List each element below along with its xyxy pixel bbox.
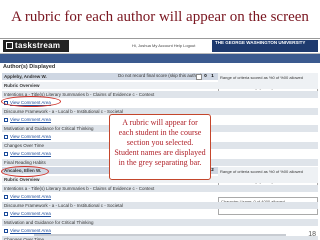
section-heading: Author(s) Displayed [3, 64, 56, 70]
nav-item[interactable]: Resources [193, 61, 223, 70]
comment-icon [4, 195, 8, 199]
page-number: 18 [308, 231, 316, 238]
view-comment-link[interactable]: View Comment Area [2, 227, 318, 234]
row-label: Final Reading Habits [4, 159, 46, 165]
university-banner: THE GEORGE WASHINGTON UNIVERSITY [212, 40, 318, 52]
row-label: View Comment Area [10, 151, 51, 156]
row-label: Discourse Framework - a - Local b - Inst… [4, 202, 124, 208]
view-comment-link[interactable]: View Comment Area [2, 193, 318, 200]
row-label: Motivation and Guidance for Critical Thi… [4, 125, 94, 131]
view-comment-link[interactable]: View Comment Area [2, 210, 318, 217]
nav-item[interactable]: Lessons, Units & Rubrics [51, 61, 109, 70]
main-nav: Folio & Web Pages Lessons, Units & Rubri… [0, 54, 320, 68]
comment-icon [4, 152, 8, 156]
criterion-row: Changes Over Time [2, 235, 318, 240]
comment-icon [4, 229, 8, 233]
row-label: Motivation and Guidance for Critical Thi… [4, 219, 94, 225]
nav-item[interactable]: Standards [114, 61, 143, 70]
criterion-row: Rubric Overview [2, 82, 318, 89]
row-label: Intentions a - Title(s) Literary Summari… [4, 185, 155, 191]
rubric-range-header: Range of criteria scored as %0 of %00 al… [218, 167, 318, 176]
no-record-label: Do not record final score (skip this aut… [118, 73, 202, 78]
row-label: View Comment Area [10, 134, 51, 139]
comment-icon [4, 135, 8, 139]
row-label: View Comment Area [10, 194, 51, 199]
top-bar: taskstream Hi, Joshua My Account Help Lo… [0, 39, 320, 54]
slide-title: A rubric for each author will appear on … [11, 9, 309, 25]
nav-item[interactable]: Programs [227, 61, 255, 70]
row-label: View Comment Area [10, 117, 51, 122]
callout-box: A rubric will appear for each student in… [109, 114, 211, 180]
comment-icon [4, 212, 8, 216]
highlight-oval [1, 166, 49, 177]
highlight-oval [1, 96, 61, 107]
nav-item[interactable]: Communications [147, 61, 189, 70]
taskstream-logo[interactable]: taskstream [3, 40, 69, 52]
row-label: Changes Over Time [4, 142, 45, 148]
criterion-row: Discourse Framework - a - Local b - Inst… [2, 201, 318, 209]
row-label: Discourse Framework - a - Local b - Inst… [4, 108, 124, 114]
score-col: 1 [211, 73, 214, 78]
logo-icon [6, 42, 13, 49]
row-label: View Comment Area [10, 211, 51, 216]
row-label: Rubric Overview [4, 83, 40, 88]
row-label: Changes Over Time [4, 236, 45, 240]
rubric-range-header: Range of criteria scored as %0 of %00 al… [218, 73, 318, 82]
logo-text: taskstream [15, 41, 61, 50]
user-links[interactable]: Hi, Joshua My Account Help Logout [132, 43, 195, 48]
criterion-row: Intentions a - Title(s) Literary Summari… [2, 184, 318, 192]
score-col: 0 [204, 73, 207, 78]
comment-icon [4, 118, 8, 122]
row-label: Rubric Overview [4, 177, 40, 182]
row-label: View Comment Area [10, 228, 51, 233]
author-name: Appleby, Andrew W. [4, 74, 47, 79]
criterion-row: Motivation and Guidance for Critical Thi… [2, 218, 318, 226]
footer-divider [34, 234, 286, 236]
